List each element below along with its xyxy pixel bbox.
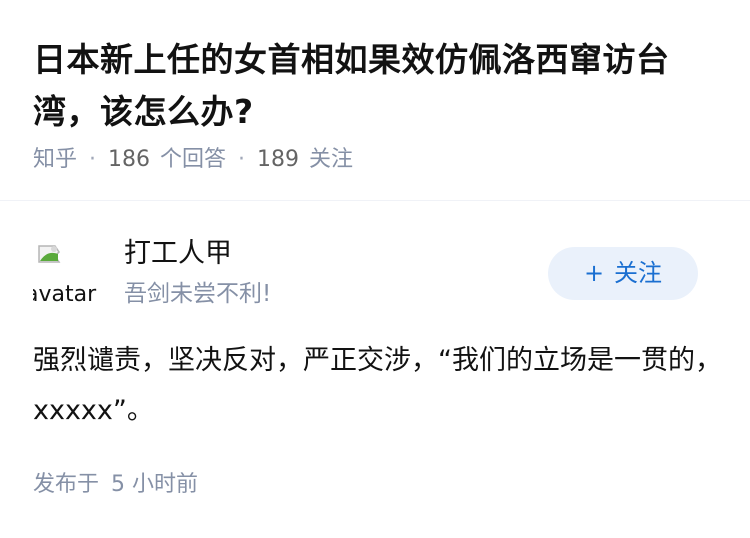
avatar-alt-text: avatar [33,282,97,307]
separator-dot: · [238,147,246,172]
author-bio: 吾剑未尝不利! [124,281,272,307]
author-name[interactable]: 打工人甲 [124,236,232,272]
follow-count-label: 关注 [309,147,354,172]
publish-prefix: 发布于 [33,472,100,497]
publish-time-value: 5 小时前 [111,472,199,497]
divider [0,200,750,201]
follow-button[interactable]: + 关注 [548,247,698,300]
answer-page: 日本新上任的女首相如果效仿佩洛西窜访台湾，该怎么办? 知乎 · 186 个回答 · 189… [0,0,750,538]
follow-count: 189 [257,147,300,172]
question-title[interactable]: 日本新上任的女首相如果效仿佩洛西窜访台湾，该怎么办? [33,34,723,138]
publish-time: 发布于 5 小时前 [33,468,198,502]
answer-count-label: 个回答 [160,147,227,172]
separator-dot: · [89,147,97,172]
plus-icon: + [583,259,605,287]
source-label[interactable]: 知乎 [33,144,77,176]
answer-count: 186 [108,147,151,172]
question-meta: 知乎 · 186 个回答 · 189 关注 [33,144,353,176]
answer-content[interactable]: 强烈谴责，坚决反对，严正交涉，“我们的立场是一贯的，xxxxx”。 [33,336,723,436]
follow-button-label: 关注 [614,259,663,287]
